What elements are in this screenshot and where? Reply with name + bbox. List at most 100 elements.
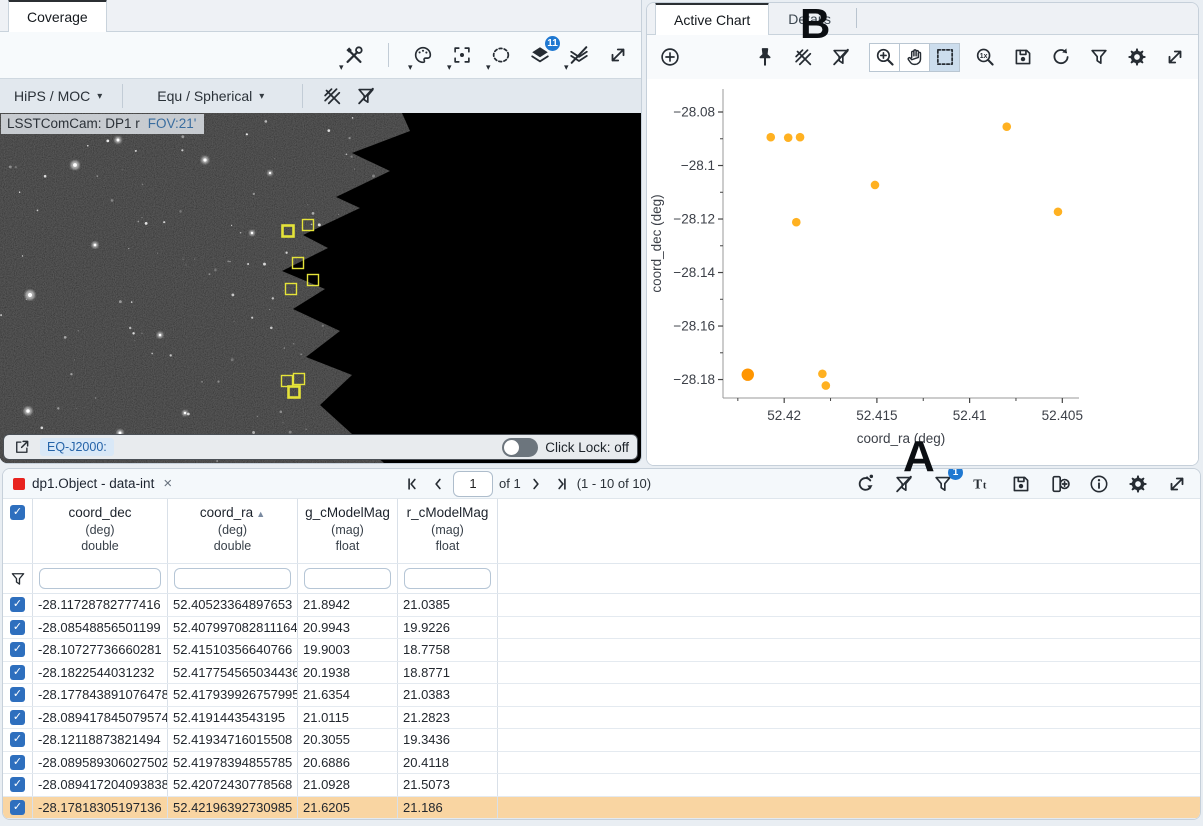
color-palette-icon[interactable]: ▾	[408, 42, 436, 72]
table-row[interactable]: ✓ -28.177843891076478 52.417939926757995 21…	[3, 684, 1200, 707]
pagination: of 1 (1 - 10 of 10)	[403, 470, 652, 497]
save-icon[interactable]	[1010, 44, 1036, 70]
layers-off-icon[interactable]: ▾	[564, 42, 592, 72]
close-icon[interactable]: ×	[163, 475, 172, 492]
data-point[interactable]	[795, 132, 805, 142]
data-point[interactable]	[870, 180, 880, 190]
table-row[interactable]: ✓ -28.089417845079574 52.4191443543195 21.0…	[3, 706, 1200, 729]
table-panel: dp1.Object - data-int × of 1 (1 - 10 of …	[2, 468, 1201, 820]
ellipse-select-icon[interactable]: ▾	[486, 42, 514, 72]
expand-icon[interactable]	[1162, 44, 1188, 70]
column-header-coord_dec[interactable]: coord_dec (deg) double	[33, 499, 168, 563]
column-header-coord_ra[interactable]: coord_ra ▲ (deg) double	[168, 499, 298, 563]
column-header-g_cModelMag[interactable]: g_cModelMag (mag) float	[298, 499, 398, 563]
hips-moc-dropdown[interactable]: HiPS / MOC ▾	[10, 88, 106, 104]
row-checkbox[interactable]: ✓	[10, 597, 25, 613]
pin-table-icon[interactable]	[852, 471, 878, 497]
cell-coord_dec: -28.11728782777416	[33, 594, 168, 616]
select-area-icon	[932, 44, 958, 70]
table-row[interactable]: ✓ -28.1822544031232 52.417754565034436 20.1…	[3, 661, 1200, 684]
next-page-icon[interactable]	[527, 471, 545, 497]
select-area-tool-button[interactable]	[929, 42, 960, 72]
settings-gear-icon[interactable]	[1125, 471, 1151, 497]
clear-filter-icon[interactable]	[828, 44, 854, 70]
row-checkbox[interactable]: ✓	[10, 664, 25, 680]
table-row[interactable]: ✓ -28.08548856501199 52.407997082811164 20.…	[3, 616, 1200, 639]
pin-icon[interactable]	[752, 44, 778, 70]
column-header-r_cModelMag[interactable]: r_cModelMag (mag) float	[398, 499, 498, 563]
click-lock-toggle[interactable]	[502, 437, 539, 457]
row-range-label: (1 - 10 of 10)	[576, 476, 652, 491]
cell-g_cModelMag: 19.9003	[298, 639, 398, 661]
info-icon[interactable]	[1086, 471, 1112, 497]
clear-filter-icon[interactable]	[353, 83, 379, 109]
filter-input-g_cModelMag[interactable]	[304, 568, 391, 589]
expand-icon[interactable]	[1164, 471, 1190, 497]
filter-input-coord_ra[interactable]	[174, 568, 291, 589]
sky-viewer[interactable]: LSSTComCam: DP1 r FOV:21' EQ-J2000: Click…	[0, 113, 641, 463]
prev-page-icon[interactable]	[429, 471, 447, 497]
cell-coord_ra: 52.42196392730985	[168, 796, 298, 818]
save-icon[interactable]	[1008, 471, 1034, 497]
row-checkbox[interactable]: ✓	[10, 777, 25, 793]
data-point[interactable]	[818, 369, 827, 379]
settings-gear-icon[interactable]	[1124, 44, 1150, 70]
page-number-input[interactable]	[453, 470, 493, 497]
unselect-rows-icon[interactable]	[319, 83, 345, 109]
table-row[interactable]: ✓ -28.089417204093838 52.42072430778568 21.…	[3, 774, 1200, 797]
row-checkbox[interactable]: ✓	[10, 642, 25, 658]
filter-icon[interactable]	[1086, 44, 1112, 70]
data-point[interactable]	[1002, 122, 1012, 131]
filter-row	[3, 564, 1200, 594]
table-row[interactable]: ✓ -28.12118873821494 52.41934716015508 20.3…	[3, 729, 1200, 752]
tools-icon[interactable]: ▾	[339, 42, 367, 72]
external-link-icon[interactable]	[12, 437, 32, 457]
tab-active-chart[interactable]: Active Chart	[655, 3, 770, 35]
text-view-icon[interactable]: Tt	[969, 471, 995, 497]
sky-image[interactable]	[0, 113, 640, 463]
projection-dropdown[interactable]: Equ / Spherical ▾	[153, 88, 268, 104]
row-checkbox[interactable]: ✓	[10, 619, 25, 635]
last-page-icon[interactable]	[551, 471, 571, 497]
row-checkbox[interactable]: ✓	[10, 799, 25, 815]
cell-coord_dec: -28.089417204093838	[33, 774, 168, 796]
data-table: ✓ coord_dec (deg) double coord_ra ▲ (deg) doubl…	[3, 499, 1200, 819]
cell-coord_ra: 52.41934716015508	[168, 729, 298, 751]
add-chart-icon[interactable]	[657, 44, 683, 70]
filter-input-r_cModelMag[interactable]	[404, 568, 491, 589]
layers-icon[interactable]: 11	[527, 36, 560, 68]
scatter-chart[interactable]: 52.42 52.415 52.41 52.405 −28.08 −28.1 −28.12 −…	[647, 79, 1196, 465]
data-point-highlighted[interactable]	[741, 368, 754, 381]
row-checkbox[interactable]: ✓	[10, 754, 25, 770]
zoom-original-icon[interactable]: 1x	[972, 44, 998, 70]
table-row[interactable]: ✓ -28.11728782777416 52.40523364897653 21.8…	[3, 594, 1200, 617]
hips-divider2	[302, 84, 304, 108]
refresh-icon[interactable]	[1048, 44, 1074, 70]
data-point[interactable]	[783, 133, 793, 142]
add-column-icon[interactable]	[1047, 471, 1073, 497]
select-all-checkbox[interactable]: ✓	[10, 505, 25, 520]
cell-g_cModelMag: 20.6886	[298, 751, 398, 773]
recenter-icon[interactable]: ▾	[447, 42, 475, 72]
table-row[interactable]: ✓ -28.10727736660281 52.41510356640766 19.9…	[3, 639, 1200, 662]
first-page-icon[interactable]	[403, 471, 423, 497]
table-row[interactable]: ✓ -28.17818305197136 52.42196392730985 21.6…	[3, 796, 1200, 819]
row-checkbox[interactable]: ✓	[10, 687, 25, 703]
cell-r_cModelMag: 19.3436	[398, 729, 498, 751]
cell-g_cModelMag: 21.0115	[298, 706, 398, 728]
expand-icon[interactable]	[605, 42, 631, 68]
data-point[interactable]	[821, 381, 831, 390]
data-point[interactable]	[1053, 207, 1063, 217]
pan-tool-button[interactable]	[899, 42, 930, 72]
row-checkbox[interactable]: ✓	[10, 732, 25, 748]
data-point[interactable]	[766, 132, 776, 142]
data-point[interactable]	[791, 217, 801, 227]
row-checkbox[interactable]: ✓	[10, 709, 25, 725]
filter-input-coord_dec[interactable]	[39, 568, 161, 589]
tab-coverage[interactable]: Coverage	[8, 0, 107, 32]
chart-panel: Active Chart Details 1x 52.42 52.415 52.41	[646, 2, 1199, 466]
table-row[interactable]: ✓ -28.089589306027502 52.41978394855785 20.…	[3, 751, 1200, 774]
zoom-tool-button[interactable]	[869, 42, 900, 72]
filter-count-badge: 1	[948, 469, 963, 480]
toolbar-divider	[388, 43, 389, 67]
